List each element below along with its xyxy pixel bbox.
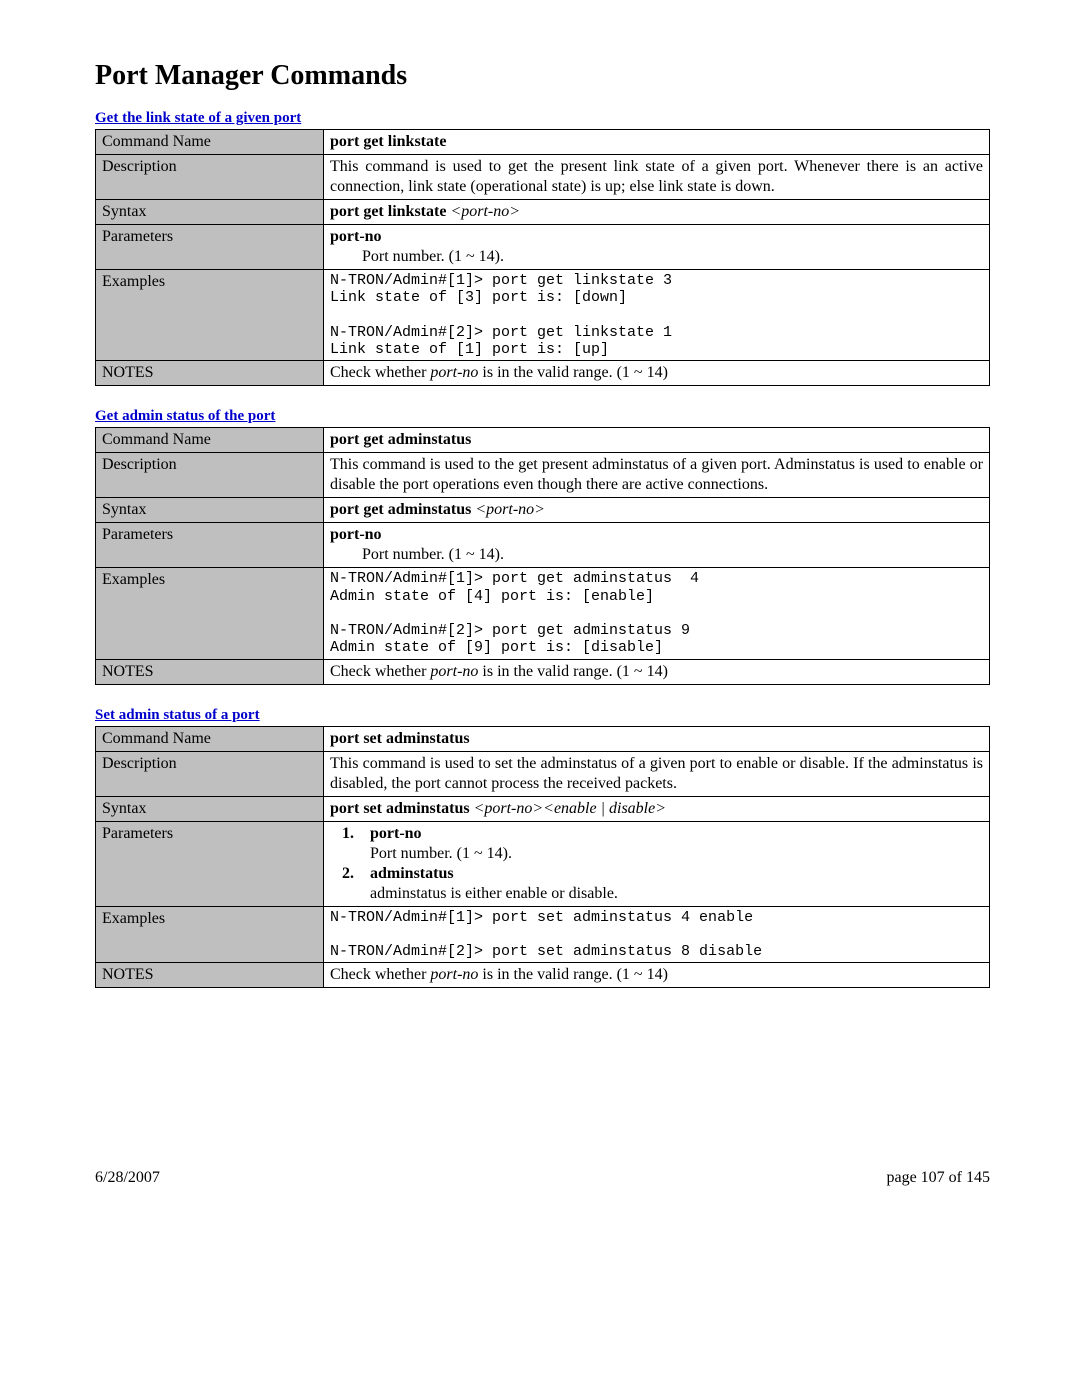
notes-text: Check whether: [330, 364, 430, 381]
command-name: port get adminstatus: [324, 428, 990, 453]
table-row: Parameters port-no Port number. (1 ~ 14)…: [96, 225, 990, 270]
row-label: Syntax: [96, 796, 324, 821]
syntax: port set adminstatus <port-no><enable | …: [324, 796, 990, 821]
row-label: Command Name: [96, 428, 324, 453]
table-row: Syntax port get linkstate <port-no>: [96, 200, 990, 225]
syntax-arg: <port-no><enable | disable>: [474, 800, 666, 817]
row-label: Description: [96, 155, 324, 200]
param-name: port-no: [370, 825, 422, 842]
table-row: NOTES Check whether port-no is in the va…: [96, 659, 990, 684]
table-linkstate: Command Name port get linkstate Descript…: [95, 129, 990, 386]
table-row: Examples N-TRON/Admin#[1]> port get link…: [96, 270, 990, 361]
param-name: port-no: [330, 228, 382, 245]
notes: Check whether port-no is in the valid ra…: [324, 963, 990, 988]
syntax: port get adminstatus <port-no>: [324, 498, 990, 523]
description: This command is used to get the present …: [324, 155, 990, 200]
row-label: Description: [96, 751, 324, 796]
notes-arg: port-no: [430, 966, 478, 983]
parameters: port-no Port number. (1 ~ 14).: [324, 523, 990, 568]
param-desc: Port number. (1 ~ 14).: [370, 845, 512, 862]
example-text: N-TRON/Admin#[1]> port set adminstatus 4…: [330, 909, 983, 961]
param-num: 2.: [342, 864, 358, 904]
syntax: port get linkstate <port-no>: [324, 200, 990, 225]
parameters: port-no Port number. (1 ~ 14).: [324, 225, 990, 270]
row-label: Syntax: [96, 200, 324, 225]
notes-arg: port-no: [430, 663, 478, 680]
notes-text: is in the valid range. (1 ~ 14): [478, 663, 668, 680]
table-row: Description This command is used to the …: [96, 453, 990, 498]
notes: Check whether port-no is in the valid ra…: [324, 659, 990, 684]
param-desc: Port number. (1 ~ 14).: [330, 545, 983, 565]
row-label: Command Name: [96, 726, 324, 751]
example-text: N-TRON/Admin#[1]> port get linkstate 3 L…: [330, 272, 983, 358]
command-name: port set adminstatus: [324, 726, 990, 751]
examples: N-TRON/Admin#[1]> port set adminstatus 4…: [324, 906, 990, 963]
section-title-set-adminstatus: Set admin status of a port: [95, 707, 990, 724]
example-text: N-TRON/Admin#[1]> port get adminstatus 4…: [330, 570, 983, 656]
examples: N-TRON/Admin#[1]> port get adminstatus 4…: [324, 568, 990, 659]
table-row: Parameters port-no Port number. (1 ~ 14)…: [96, 523, 990, 568]
section-title-linkstate: Get the link state of a given port: [95, 110, 990, 127]
row-label: Command Name: [96, 130, 324, 155]
table-row: NOTES Check whether port-no is in the va…: [96, 361, 990, 386]
footer-date: 6/28/2007: [95, 1169, 160, 1187]
table-row: NOTES Check whether port-no is in the va…: [96, 963, 990, 988]
row-label: Examples: [96, 906, 324, 963]
footer-page: page 107 of 145: [886, 1169, 990, 1187]
param-name: adminstatus: [370, 865, 454, 882]
syntax-cmd: port get adminstatus: [330, 501, 475, 518]
row-label: NOTES: [96, 361, 324, 386]
row-label: Syntax: [96, 498, 324, 523]
table-set-adminstatus: Command Name port set adminstatus Descri…: [95, 726, 990, 989]
table-row: Parameters 1. port-no Port number. (1 ~ …: [96, 821, 990, 906]
notes-text: is in the valid range. (1 ~ 14): [478, 364, 668, 381]
row-label: Parameters: [96, 821, 324, 906]
row-label: NOTES: [96, 659, 324, 684]
notes: Check whether port-no is in the valid ra…: [324, 361, 990, 386]
page-footer: 6/28/2007 page 107 of 145: [95, 1169, 990, 1187]
section-title-get-adminstatus: Get admin status of the port: [95, 408, 990, 425]
row-label: Parameters: [96, 225, 324, 270]
table-row: Description This command is used to get …: [96, 155, 990, 200]
syntax-cmd: port set adminstatus: [330, 800, 474, 817]
parameters: 1. port-no Port number. (1 ~ 14). 2. adm…: [324, 821, 990, 906]
table-get-adminstatus: Command Name port get adminstatus Descri…: [95, 427, 990, 684]
syntax-arg: <port-no>: [475, 501, 545, 518]
command-name: port get linkstate: [324, 130, 990, 155]
param-desc: Port number. (1 ~ 14).: [330, 247, 983, 267]
table-row: Examples N-TRON/Admin#[1]> port get admi…: [96, 568, 990, 659]
table-row: Description This command is used to set …: [96, 751, 990, 796]
row-label: Description: [96, 453, 324, 498]
syntax-arg: <port-no>: [450, 203, 520, 220]
table-row: Command Name port get adminstatus: [96, 428, 990, 453]
page-title: Port Manager Commands: [95, 60, 990, 92]
param-num: 1.: [342, 824, 358, 864]
row-label: Examples: [96, 270, 324, 361]
table-row: Syntax port get adminstatus <port-no>: [96, 498, 990, 523]
row-label: Parameters: [96, 523, 324, 568]
notes-arg: port-no: [430, 364, 478, 381]
notes-text: is in the valid range. (1 ~ 14): [478, 966, 668, 983]
param-name: port-no: [330, 526, 382, 543]
notes-text: Check whether: [330, 663, 430, 680]
row-label: Examples: [96, 568, 324, 659]
table-row: Examples N-TRON/Admin#[1]> port set admi…: [96, 906, 990, 963]
param-desc: adminstatus is either enable or disable.: [370, 885, 618, 902]
table-row: Command Name port get linkstate: [96, 130, 990, 155]
syntax-cmd: port get linkstate: [330, 203, 450, 220]
examples: N-TRON/Admin#[1]> port get linkstate 3 L…: [324, 270, 990, 361]
row-label: NOTES: [96, 963, 324, 988]
description: This command is used to the get present …: [324, 453, 990, 498]
table-row: Syntax port set adminstatus <port-no><en…: [96, 796, 990, 821]
notes-text: Check whether: [330, 966, 430, 983]
description: This command is used to set the adminsta…: [324, 751, 990, 796]
table-row: Command Name port set adminstatus: [96, 726, 990, 751]
